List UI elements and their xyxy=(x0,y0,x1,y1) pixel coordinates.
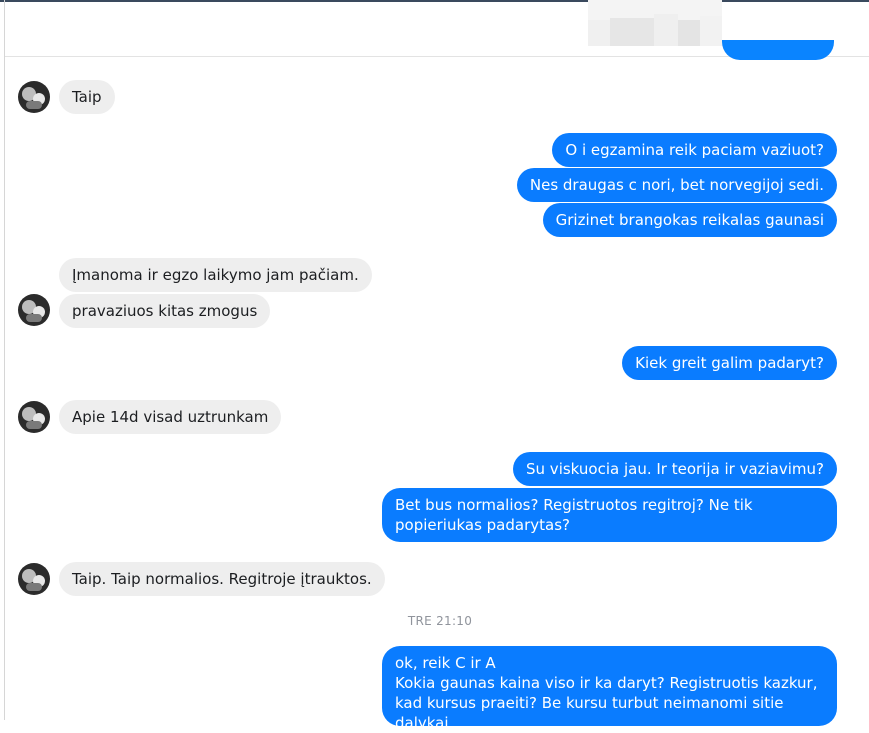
incoming-message[interactable]: Apie 14d visad uztrunkam xyxy=(59,400,282,434)
outgoing-message[interactable]: Nes draugas c nori, bet norvegijoj sedi. xyxy=(516,168,837,202)
message-bubble-partial xyxy=(722,40,834,60)
incoming-message[interactable]: Taip xyxy=(59,80,115,114)
outgoing-message[interactable]: Su viskuocia jau. Ir teorija ir vaziavim… xyxy=(513,452,837,486)
avatar[interactable] xyxy=(18,294,50,326)
outgoing-message[interactable]: Bet bus normalios? Registruotos regitroj… xyxy=(382,488,837,542)
blurred-area xyxy=(588,0,722,46)
left-border xyxy=(4,0,5,720)
outgoing-message[interactable]: Grizinet brangokas reikalas gaunasi xyxy=(542,203,837,237)
top-border xyxy=(0,0,869,2)
chat-window: Taip O i egzamina reik paciam vaziuot? N… xyxy=(0,0,869,732)
message-line: ok, reik C ir A xyxy=(395,654,496,672)
avatar[interactable] xyxy=(18,81,50,113)
outgoing-message[interactable]: ok, reik C ir A Kokia gaunas kaina viso … xyxy=(382,646,837,732)
message-line: Kokia gaunas kaina viso ir ka daryt? Reg… xyxy=(395,674,818,732)
message-timestamp: TRE 21:10 xyxy=(407,614,473,628)
outgoing-message[interactable]: Kiek greit galim padaryt? xyxy=(622,346,837,380)
incoming-message[interactable]: Taip. Taip normalios. Regitroje įtraukto… xyxy=(59,562,385,596)
outgoing-message[interactable]: O i egzamina reik paciam vaziuot? xyxy=(552,133,837,167)
avatar[interactable] xyxy=(18,401,50,433)
avatar[interactable] xyxy=(18,563,50,595)
incoming-message[interactable]: pravaziuos kitas zmogus xyxy=(59,294,271,328)
incoming-message[interactable]: Įmanoma ir egzo laikymo jam pačiam. xyxy=(59,258,372,292)
